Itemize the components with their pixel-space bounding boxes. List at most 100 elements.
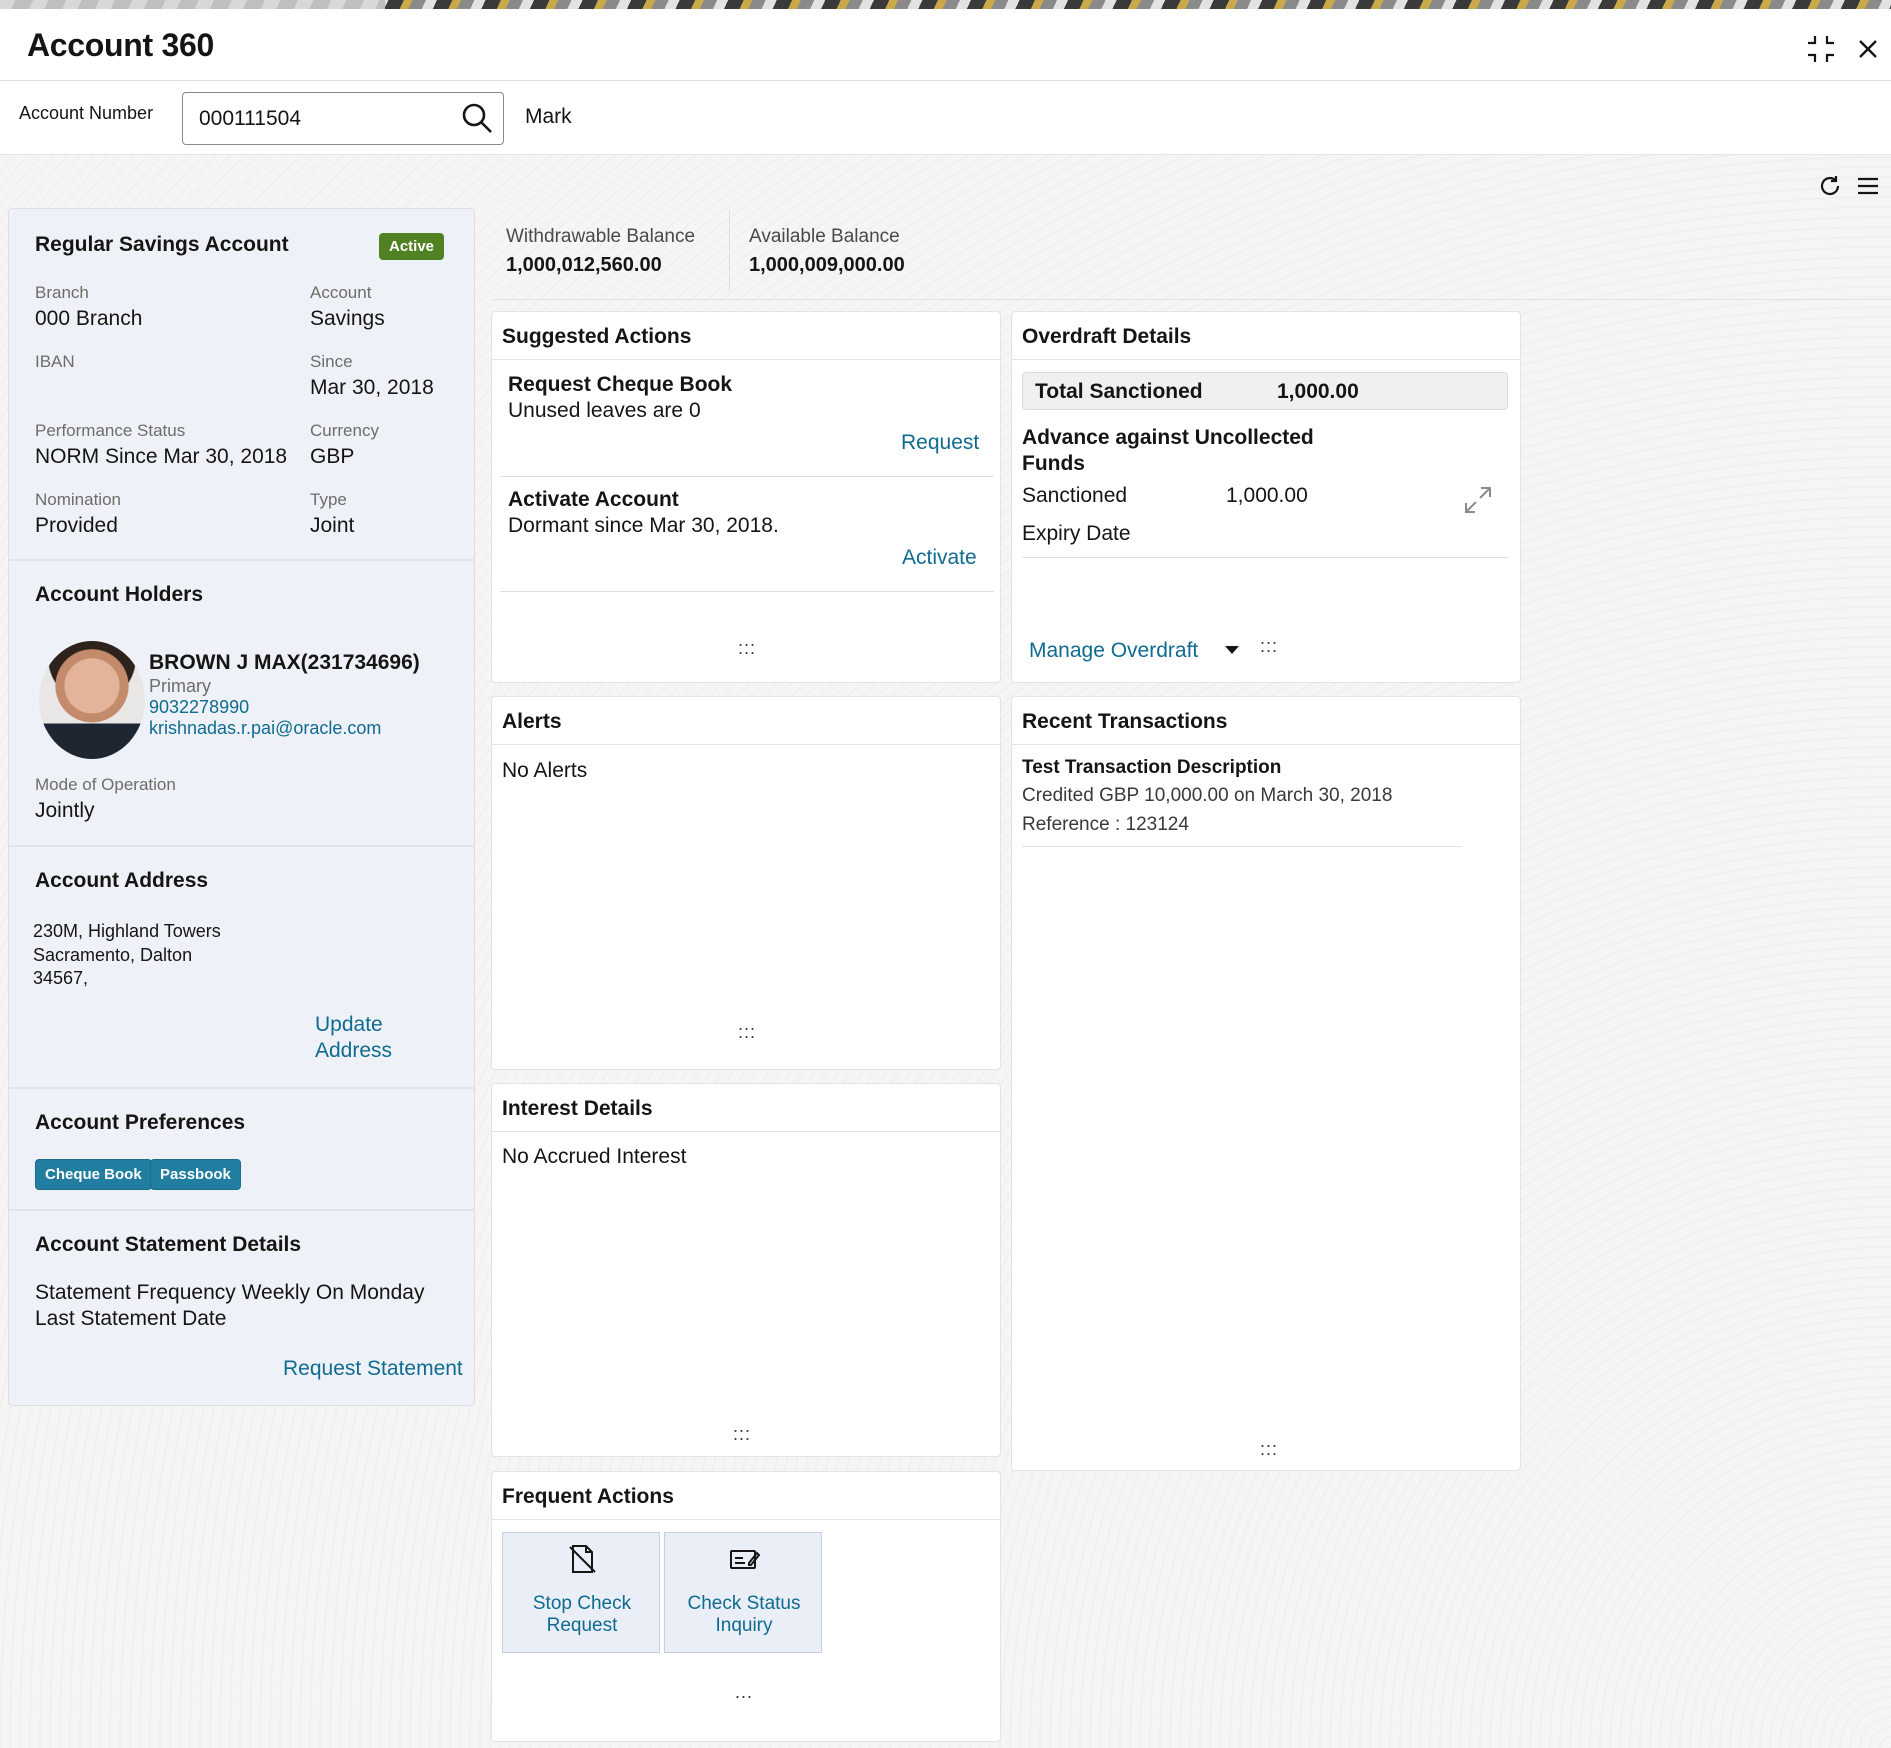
close-icon[interactable]	[1852, 33, 1884, 65]
window-title: Account 360	[27, 27, 214, 63]
type-label: Type	[310, 490, 347, 509]
refresh-icon[interactable]	[1816, 172, 1844, 200]
overdraft-details-title: Overdraft Details	[1022, 325, 1192, 348]
minimize-icon[interactable]	[1805, 33, 1837, 65]
update-address-line-2: Address	[315, 1039, 393, 1062]
account-product-name: Regular Savings Account	[35, 233, 289, 256]
stop-check-request-label: Stop Check Request	[532, 1593, 632, 1636]
holder-name: BROWN J MAX(231734696)	[149, 651, 420, 674]
balance-strip: Withdrawable Balance 1,000,012,560.00 Av…	[492, 210, 1891, 300]
interest-details-header: Interest Details	[492, 1084, 1000, 1132]
drag-handle-icon[interactable]: :::	[1260, 1439, 1278, 1460]
request-statement-link[interactable]: Request Statement	[283, 1357, 463, 1381]
avatar	[39, 641, 145, 759]
transaction-detail: Credited GBP 10,000.00 on March 30, 2018	[1022, 785, 1393, 806]
alerts-header: Alerts	[492, 697, 1000, 745]
request-cheque-book-title: Request Cheque Book	[508, 373, 733, 396]
account-preferences-section: Account Preferences	[9, 1089, 474, 1211]
recent-transactions-card: Recent Transactions Test Transaction Des…	[1011, 696, 1521, 1471]
account-type-label: Account	[310, 283, 372, 302]
total-sanctioned-row: Total Sanctioned 1,000.00	[1022, 372, 1508, 410]
account-preferences-title: Account Preferences	[35, 1111, 246, 1134]
divider	[1022, 557, 1508, 558]
stop-check-request-tile[interactable]: Stop Check Request	[502, 1532, 660, 1653]
search-icon[interactable]	[460, 101, 494, 135]
holder-phone[interactable]: 9032278990	[149, 697, 249, 718]
advance-title-line-2: Funds	[1022, 452, 1085, 475]
drag-handle-icon[interactable]: :::	[733, 1424, 751, 1445]
recent-transactions-header: Recent Transactions	[1012, 697, 1520, 745]
transaction-description: Test Transaction Description	[1022, 757, 1282, 778]
caret-down-icon[interactable]	[1224, 644, 1240, 656]
header-banner-strip	[0, 0, 1891, 9]
nomination-label: Nomination	[35, 490, 121, 509]
alerts-empty-text: No Alerts	[502, 759, 588, 782]
transaction-reference: Reference : 123124	[1022, 814, 1189, 835]
withdrawable-balance-value: 1,000,012,560.00	[506, 254, 662, 276]
frequent-actions-title: Frequent Actions	[502, 1485, 674, 1508]
account-info-section: Regular Savings Account Active Branch 00…	[9, 209, 474, 561]
interest-empty-text: No Accrued Interest	[502, 1145, 687, 1168]
total-sanctioned-label: Total Sanctioned	[1035, 380, 1203, 403]
account-address-section: Account Address 230M, Highland Towers Sa…	[9, 847, 474, 1089]
currency-value: GBP	[310, 445, 355, 468]
stop-check-icon	[569, 1545, 596, 1573]
nomination-value: Provided	[35, 514, 118, 537]
preference-chip-cheque-book[interactable]: Cheque Book	[35, 1159, 152, 1190]
drag-handle-icon[interactable]: :::	[738, 1022, 756, 1043]
activate-account-subtitle: Dormant since Mar 30, 2018.	[508, 514, 779, 537]
holder-role: Primary	[149, 676, 211, 696]
performance-status-value: NORM Since Mar 30, 2018	[35, 445, 288, 468]
since-value: Mar 30, 2018	[310, 376, 434, 399]
drag-handle-icon[interactable]: :::	[1260, 636, 1278, 657]
account-search-bar: Account Number Mark	[0, 81, 1891, 155]
frequent-actions-card: Frequent Actions Stop Check Request Check…	[491, 1471, 1001, 1742]
update-address-link[interactable]: Update Address	[315, 1012, 392, 1064]
activate-account-button[interactable]: Activate	[902, 546, 977, 570]
alerts-card: Alerts No Alerts :::	[491, 696, 1001, 1070]
holder-email[interactable]: krishnadas.r.pai@oracle.com	[149, 718, 381, 739]
divider	[500, 591, 994, 592]
account-number-input[interactable]	[182, 92, 504, 145]
more-icon[interactable]: ...	[735, 1682, 753, 1703]
check-status-inquiry-tile[interactable]: Check Status Inquiry	[664, 1532, 822, 1653]
overdraft-details-header: Overdraft Details	[1012, 312, 1520, 360]
divider	[500, 476, 994, 477]
interest-details-card: Interest Details No Accrued Interest :::	[491, 1083, 1001, 1457]
drag-handle-icon[interactable]: :::	[738, 638, 756, 659]
total-sanctioned-value: 1,000.00	[1277, 380, 1359, 403]
account-address-title: Account Address	[35, 869, 209, 892]
title-bar: Account 360	[0, 9, 1891, 81]
recent-transactions-title: Recent Transactions	[1022, 710, 1228, 733]
branch-value: 000 Branch	[35, 307, 143, 330]
preference-chip-passbook[interactable]: Passbook	[150, 1159, 241, 1190]
since-label: Since	[310, 352, 353, 371]
update-address-line-1: Update	[315, 1013, 383, 1036]
interest-details-title: Interest Details	[502, 1097, 653, 1120]
overdraft-details-card: Overdraft Details Total Sanctioned 1,000…	[1011, 311, 1521, 683]
request-cheque-book-button[interactable]: Request	[901, 431, 979, 455]
mode-of-operation-label: Mode of Operation	[35, 775, 176, 794]
iban-label: IBAN	[35, 352, 75, 371]
last-statement-date-label: Last Statement Date	[35, 1307, 227, 1330]
account-holders-title: Account Holders	[35, 583, 204, 606]
suggested-actions-card: Suggested Actions Request Cheque Book Un…	[491, 311, 1001, 683]
suggested-actions-title: Suggested Actions	[502, 325, 692, 348]
frequent-actions-header: Frequent Actions	[492, 1472, 1000, 1520]
statement-frequency: Statement Frequency Weekly On Monday	[35, 1281, 425, 1304]
available-balance-value: 1,000,009,000.00	[749, 254, 905, 276]
address-line-2: Sacramento, Dalton	[33, 945, 193, 965]
account-summary-panel: Regular Savings Account Active Branch 00…	[8, 208, 475, 1406]
check-status-inquiry-label: Check Status Inquiry	[687, 1593, 801, 1636]
status-badge: Active	[379, 233, 445, 260]
manage-overdraft-link[interactable]: Manage Overdraft	[1029, 639, 1198, 663]
advance-title-line-1: Advance against Uncollected	[1022, 426, 1314, 449]
customer-name: Mark	[525, 105, 572, 128]
activate-account-title: Activate Account	[508, 488, 679, 511]
menu-icon[interactable]	[1854, 172, 1882, 200]
withdrawable-balance-label: Withdrawable Balance	[506, 226, 696, 247]
check-status-icon	[730, 1550, 760, 1569]
sanctioned-value: 1,000.00	[1226, 484, 1308, 507]
account-statement-title: Account Statement Details	[35, 1233, 302, 1256]
expand-icon[interactable]	[1462, 484, 1494, 516]
